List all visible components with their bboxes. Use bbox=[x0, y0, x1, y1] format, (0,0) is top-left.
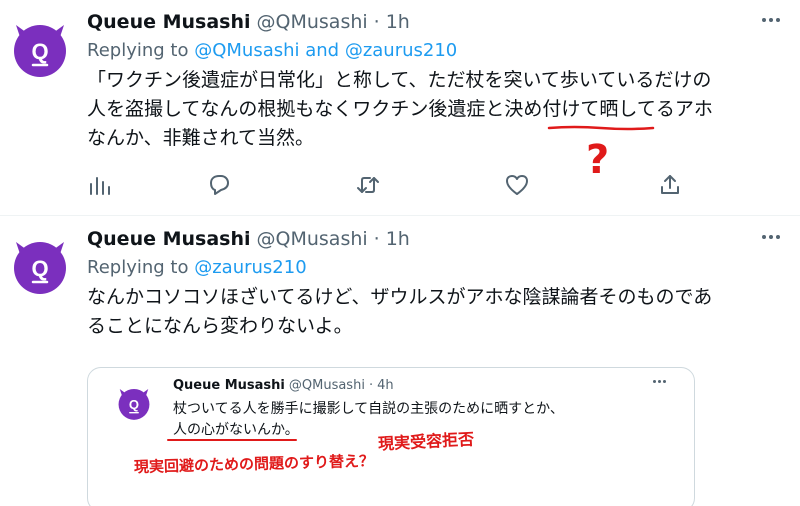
text-line: 人を盗撮してなんの根拠もなくワクチン後遺症と決め付けて晒してるアホ bbox=[87, 98, 713, 120]
action-bar bbox=[87, 172, 697, 198]
share-icon[interactable] bbox=[657, 172, 683, 198]
timestamp: 4h bbox=[377, 378, 394, 393]
svg-text:Q: Q bbox=[31, 39, 48, 64]
tweet[interactable]: Q Queue Musashi @QMusashi · 1h Replying … bbox=[0, 217, 800, 506]
reply-icon[interactable] bbox=[205, 172, 231, 198]
separator-dot: · bbox=[368, 378, 374, 393]
separator-dot: · bbox=[373, 11, 380, 33]
replying-prefix: Replying to bbox=[87, 40, 189, 61]
replying-to-link[interactable]: @QMusashi and @zaurus210 bbox=[194, 40, 457, 61]
embedded-tweet-image[interactable]: Q Queue Musashi @QMusashi · 4h 杖ついてる人を勝手… bbox=[87, 367, 695, 506]
replying-to-link[interactable]: @zaurus210 bbox=[194, 257, 306, 278]
text-line: ることになんら変わりないよ。 bbox=[87, 315, 353, 337]
views-icon[interactable] bbox=[87, 172, 113, 198]
avatar[interactable]: Q bbox=[10, 232, 70, 296]
avatar[interactable]: Q bbox=[10, 15, 70, 79]
replying-prefix: Replying to bbox=[87, 257, 189, 278]
user-handle[interactable]: @QMusashi bbox=[257, 11, 368, 33]
red-underline-annotation bbox=[167, 439, 297, 441]
handwritten-annotation: 現実回避のための問題のすり替え？ bbox=[133, 451, 375, 477]
text-line: なんか、非難されて当然。 bbox=[87, 127, 315, 149]
tweet[interactable]: Q Queue Musashi @QMusashi · 1h Replying … bbox=[0, 0, 800, 216]
more-icon[interactable] bbox=[756, 227, 786, 247]
tweet-text: なんかコソコソほざいてるけど、ザウルスがアホな陰謀論者そのものであ ることになん… bbox=[87, 283, 797, 341]
more-icon bbox=[653, 380, 666, 383]
text-line: 杖ついてる人を勝手に撮影して自説の主張のために晒すとか、 bbox=[173, 401, 564, 417]
red-underline-annotation bbox=[547, 125, 655, 131]
timestamp[interactable]: 1h bbox=[386, 228, 410, 250]
separator-dot: · bbox=[373, 228, 380, 250]
replying-to-line: Replying to @QMusashi and @zaurus210 bbox=[87, 40, 457, 61]
user-handle: @QMusashi bbox=[288, 378, 365, 393]
tweet-header: Queue Musashi @QMusashi · 1h bbox=[87, 8, 410, 36]
like-icon[interactable] bbox=[504, 172, 530, 198]
embedded-text: 杖ついてる人を勝手に撮影して自説の主張のために晒すとか、 人の心がないんか。 bbox=[173, 399, 564, 441]
more-icon[interactable] bbox=[756, 10, 786, 30]
retweet-icon[interactable] bbox=[355, 172, 381, 198]
embedded-header: Queue Musashi @QMusashi · 4h bbox=[173, 378, 394, 393]
tweet-text: 「ワクチン後遺症が日常化」と称して、ただ杖を突いて歩いているだけの 人を盗撮して… bbox=[87, 66, 797, 153]
svg-text:Q: Q bbox=[31, 256, 48, 281]
display-name: Queue Musashi bbox=[173, 378, 285, 393]
timestamp[interactable]: 1h bbox=[386, 11, 410, 33]
handwritten-annotation: 現実受容拒否 bbox=[377, 429, 475, 454]
replying-to-line: Replying to @zaurus210 bbox=[87, 257, 307, 278]
text-line: なんかコソコソほざいてるけど、ザウルスがアホな陰謀論者そのものであ bbox=[87, 286, 713, 308]
display-name[interactable]: Queue Musashi bbox=[87, 11, 251, 33]
svg-text:Q: Q bbox=[129, 397, 139, 412]
display-name[interactable]: Queue Musashi bbox=[87, 228, 251, 250]
avatar: Q bbox=[116, 383, 152, 421]
text-line: 「ワクチン後遺症が日常化」と称して、ただ杖を突いて歩いているだけの bbox=[87, 69, 712, 91]
user-handle[interactable]: @QMusashi bbox=[257, 228, 368, 250]
tweet-header: Queue Musashi @QMusashi · 1h bbox=[87, 225, 410, 253]
